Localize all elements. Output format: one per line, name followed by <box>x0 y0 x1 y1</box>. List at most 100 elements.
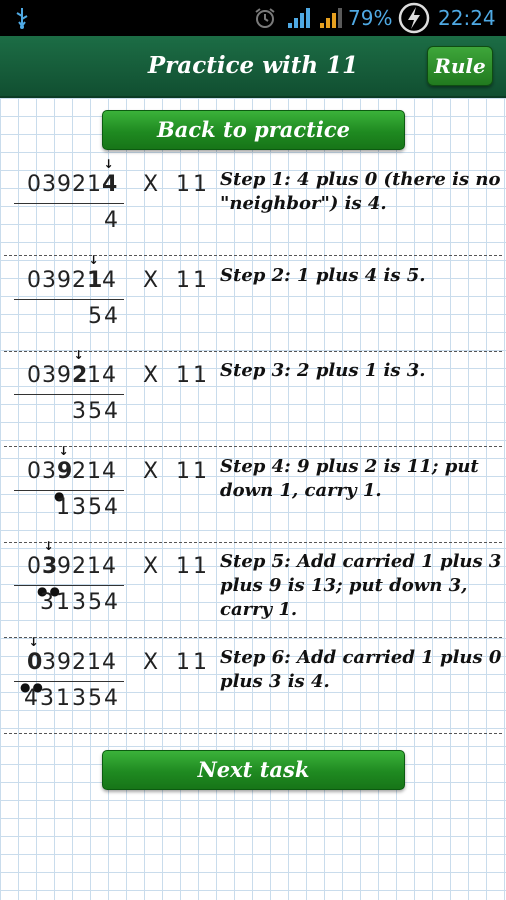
pointer-arrow-icon: ↓ <box>88 252 101 267</box>
digit-text: 0 <box>27 554 43 579</box>
step-row: 03 ↓ 9214 ● 1354 X 11 Step 4: 9 plus 2 is 11; p… <box>0 445 506 543</box>
step-explanation: Step 2: 1 plus 4 is 5. <box>220 264 426 286</box>
digit-text: 2 <box>72 172 88 197</box>
digit-text: 4 <box>102 267 118 293</box>
digit: 2 <box>72 459 87 484</box>
digit-text: 9 <box>57 554 73 579</box>
multiplier: 11 <box>176 458 210 484</box>
digit: 4 <box>102 650 117 675</box>
alarm-icon <box>255 8 275 28</box>
digit-text: 4 <box>102 649 118 675</box>
sum-line <box>14 489 124 491</box>
digit-text: 1 <box>87 172 103 197</box>
digit: 4 <box>102 459 117 484</box>
pointer-arrow-icon: ↓ <box>58 443 71 458</box>
times-sign: X <box>143 172 159 197</box>
digit: 1 <box>87 172 102 197</box>
digit-text: 1 <box>87 649 103 675</box>
times-sign: X <box>143 363 159 388</box>
digit: 9 <box>57 554 72 579</box>
practice-area: Back to practice 03921 ↓ 4 4 X 11 Step 1: 4 pl… <box>0 98 506 900</box>
digit-text: 2 <box>72 458 88 484</box>
digit-text: 0 <box>27 363 43 388</box>
step-explanation: Step 6: Add carried 1 plus 0 plus 3 is 4… <box>220 646 502 692</box>
multiplicand: ↓ 039214 <box>27 636 117 675</box>
sum-line <box>14 585 124 586</box>
digit-text: 9 <box>57 363 73 388</box>
times-sign: X <box>143 649 159 675</box>
partial-result: 354 <box>72 399 120 424</box>
digit-text: 3 <box>42 458 58 484</box>
digit: 0 <box>27 268 42 293</box>
sum-line <box>14 203 124 204</box>
sum-line <box>14 298 124 300</box>
digit-text: 3 <box>42 267 58 293</box>
digit: 0 <box>27 172 42 197</box>
digit-text: 1 <box>87 458 103 484</box>
digit: ↓ 9 <box>57 445 72 484</box>
digit: 9 <box>57 268 72 293</box>
usb-icon <box>16 8 28 29</box>
digit-text: 0 <box>27 267 43 293</box>
pointer-arrow-icon: ↓ <box>103 157 116 171</box>
battery-charging-icon <box>398 2 430 34</box>
digit: 3 <box>42 363 57 388</box>
dashed-divider <box>4 732 502 734</box>
cell-signal-icon <box>320 8 342 28</box>
digit: 3 <box>42 459 57 484</box>
digit: 9 <box>57 363 72 388</box>
digit-text: 2 <box>72 554 88 579</box>
partial-result: 4 <box>104 208 120 233</box>
multiplier: 11 <box>176 649 210 675</box>
digit: 1 <box>87 650 102 675</box>
digit: ↓ 4 <box>102 158 117 197</box>
times-sign: X <box>143 267 159 293</box>
digit-text: 4 <box>102 458 118 484</box>
digit: ↓ 0 <box>27 636 42 675</box>
digit-text: 3 <box>42 172 58 197</box>
multiplier: 11 <box>176 363 210 388</box>
digit: 2 <box>72 554 87 579</box>
digit-text: 0 <box>27 458 43 484</box>
digit: 0 <box>27 459 42 484</box>
digit-text: 1 <box>87 363 103 388</box>
wifi-signal-icon <box>288 8 310 28</box>
partial-result: 431354 <box>24 685 120 711</box>
digit: 0 <box>27 554 42 579</box>
partial-result: 54 <box>88 303 120 329</box>
digit: 2 <box>72 172 87 197</box>
times-sign: X <box>143 554 159 579</box>
pointer-arrow-icon: ↓ <box>43 539 56 553</box>
multiplicand: 03 ↓ 9214 <box>27 445 117 484</box>
back-to-practice-button[interactable]: Back to practice <box>102 110 405 150</box>
times-sign: X <box>143 458 159 484</box>
step-row: 0392 ↓ 14 54 X 11 Step 2: 1 plus 4 is 5. <box>0 254 506 352</box>
step-row: 03921 ↓ 4 4 X 11 Step 1: 4 plus 0 (there is no… <box>0 158 506 256</box>
digit-text: 4 <box>102 554 118 579</box>
step-row: ↓ 039214 ●● 431354 X 11 Step 6: Add carried 1 … <box>0 636 506 734</box>
digit-text: 9 <box>57 649 73 675</box>
rule-button[interactable]: Rule <box>427 46 493 86</box>
digit: ↓ 1 <box>87 254 102 293</box>
partial-result: 31354 <box>40 590 120 615</box>
digit-text: 3 <box>42 363 58 388</box>
digit: ↓ 3 <box>42 540 57 579</box>
step-row: 0 ↓ 39214 ●● 31354 X 11 Step 5: Add carried 1 p… <box>0 540 506 638</box>
digit: 4 <box>102 554 117 579</box>
digit: 4 <box>102 268 117 293</box>
digit-text: 2 <box>72 267 88 293</box>
multiplier: 11 <box>176 267 210 293</box>
digit-text: 2 <box>72 649 88 675</box>
next-task-button[interactable]: Next task <box>102 750 405 790</box>
multiplicand: 0 ↓ 39214 <box>27 540 117 579</box>
step-explanation: Step 4: 9 plus 2 is 11; put down 1, carr… <box>220 455 479 501</box>
status-bar: 79% 22:24 <box>0 0 506 36</box>
digit: 4 <box>102 363 117 388</box>
digit: 0 <box>27 363 42 388</box>
clock: 22:24 <box>438 6 496 30</box>
step-explanation: Step 3: 2 plus 1 is 3. <box>220 360 426 381</box>
pointer-arrow-icon: ↓ <box>73 348 86 362</box>
digit-text: 9 <box>57 267 73 293</box>
digit-text: 9 <box>57 172 73 197</box>
digit: 2 <box>72 268 87 293</box>
